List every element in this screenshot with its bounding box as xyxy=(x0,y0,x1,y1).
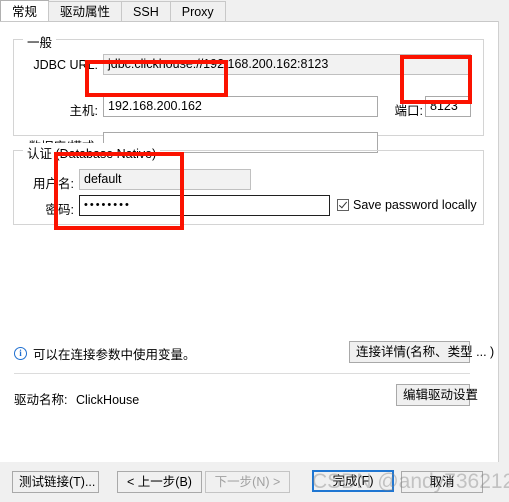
tab-strip-filler xyxy=(224,0,509,22)
driver-name-value: ClickHouse xyxy=(75,393,140,407)
username-label: 用户名: xyxy=(33,177,74,191)
tab-ssh[interactable]: SSH xyxy=(121,1,171,22)
finish-button[interactable]: 完成(F) xyxy=(312,470,394,492)
edit-driver-settings-button[interactable]: 编辑驱动设置 xyxy=(396,384,478,406)
password-label: 密码: xyxy=(45,203,74,217)
footer-divider xyxy=(14,373,470,374)
port-input[interactable]: 8123 xyxy=(425,96,471,117)
general-group-title: 一般 xyxy=(23,32,57,51)
cancel-button[interactable]: 取消 xyxy=(401,471,483,493)
connection-details-button[interactable]: 连接详情(名称、类型 ... ) xyxy=(349,341,494,363)
jdbc-url-input[interactable]: jdbc:clickhouse://192.168.200.162:8123 xyxy=(103,54,471,75)
save-password-label: Save password locally xyxy=(353,198,477,212)
authentication-group-title: 认证 (Database Native) xyxy=(23,143,161,162)
tab-general[interactable]: 常规 xyxy=(0,0,50,22)
tab-bar: 常规 驱动属性 SSH Proxy xyxy=(0,0,509,22)
back-button[interactable]: < 上一步(B) xyxy=(117,471,202,493)
checkbox-check-icon xyxy=(337,199,349,211)
variables-hint: i 可以在连接参数中使用变量。 xyxy=(14,344,196,363)
tab-proxy[interactable]: Proxy xyxy=(169,1,226,22)
dialog-button-bar: 测试链接(T)... < 上一步(B) 下一步(N) > 完成(F) 取消 xyxy=(0,462,509,502)
test-connection-button[interactable]: 测试链接(T)... xyxy=(12,471,99,493)
port-label: 端口: xyxy=(394,104,423,118)
password-input[interactable]: •••••••• xyxy=(79,195,330,216)
next-button: 下一步(N) > xyxy=(205,471,290,493)
driver-name-row: 驱动名称: ClickHouse xyxy=(14,389,139,408)
driver-name-label: 驱动名称: xyxy=(14,393,68,407)
host-input[interactable]: 192.168.200.162 xyxy=(103,96,378,117)
host-label: 主机: xyxy=(69,104,98,118)
username-input[interactable]: default xyxy=(79,169,251,190)
variables-hint-text: 可以在连接参数中使用变量。 xyxy=(33,348,196,362)
panel-right-gutter xyxy=(498,21,509,462)
connection-settings-panel: 一般 JDBC URL: jdbc:clickhouse://192.168.2… xyxy=(0,21,509,462)
info-icon: i xyxy=(14,347,27,360)
jdbc-url-label: JDBC URL: xyxy=(33,58,98,72)
tab-driver-properties[interactable]: 驱动属性 xyxy=(48,1,123,22)
save-password-checkbox[interactable]: Save password locally xyxy=(337,198,477,212)
